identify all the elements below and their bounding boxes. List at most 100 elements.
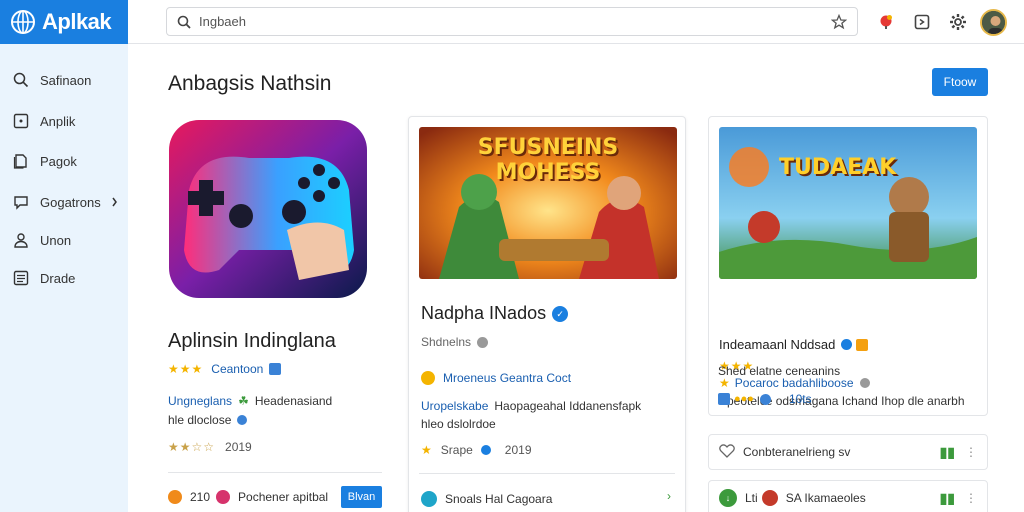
category-label[interactable]: Mroeneus Geantra Coct [443,371,571,385]
app-title[interactable]: Indeamaanl Nddsad [719,337,835,352]
developer-detail: Headenasiand [254,394,333,408]
primary-button[interactable]: Ftoow [932,68,988,96]
leaf-icon: ☘ [238,394,249,408]
chevron-right-icon [110,195,118,210]
avatar [761,490,778,506]
verified-icon [237,415,248,425]
top-icons [872,8,1007,36]
subtitle-row: Shdnelns [421,335,496,349]
search-bar[interactable] [166,7,858,36]
star-icon[interactable] [831,13,847,30]
flag-icon [269,363,282,375]
info-icon [480,445,491,455]
get-button[interactable]: Blvan [341,486,382,508]
bar-chart-icon[interactable]: ▮▮ [940,490,955,507]
list-item-prefix: Lti [745,491,758,505]
list-item[interactable]: ↓ Lti SA Ikamaeoles ▮▮ ⋮ [708,480,988,512]
divider [419,473,675,474]
info-icon [759,393,771,405]
app-title-row: Nadpha INados ✓ [421,303,576,324]
sidebar-item-label: Unon [40,232,72,248]
sidebar-item-apps[interactable]: Anplik [12,109,122,133]
sidebar-item-orders[interactable]: Drade [12,266,122,290]
search-icon [12,71,30,89]
star-rating: ★★☆☆ [168,440,216,454]
app-icon-image[interactable] [169,120,367,298]
sidebar-item-label: Gogatrons [40,194,101,210]
star-rating: ★★★ [168,362,204,376]
footer-text: Pochener apitbal [238,490,329,504]
card-footer: 210 Pochener apitbal [168,490,328,504]
list-item[interactable]: Conbteranelrieng sv ▮▮ ⋮ [708,434,988,470]
category-label[interactable]: Ceantoon [211,362,263,376]
developer-link[interactable]: Ungneglans [168,394,232,408]
heart-icon [216,490,231,504]
main-content: Anbagsis Nathsin Ftoow Aplinsin Indingla… [128,44,1024,512]
list-item-actions: ▮▮ ⋮ [940,444,977,461]
rating-number: 2019 [504,443,532,457]
download-icon[interactable]: ↓ [719,489,737,507]
meta-row: ●●● 10ts [718,392,812,406]
notification-icon[interactable] [872,8,900,36]
info-icon [477,336,489,348]
sidebar-item-pages[interactable]: Pagok [12,149,122,173]
page-title: Anbagsis Nathsin [168,72,332,95]
category-row: ★★★ Ceantoon [168,362,282,376]
description-row: Uropelskabe Haopageahal Iddanensfapk [421,399,641,413]
description-text: Shed elatne ceneanins [718,364,841,378]
game-banner-image: SFUSNEINS MOHESS [419,127,677,279]
search-input[interactable] [199,14,831,29]
description-text: hleo dslolrdoe [421,417,496,431]
rating-label: Srape [440,443,473,457]
verified-icon: ✓ [552,305,569,322]
app-title[interactable]: Aplinsin Indinglana [168,330,336,353]
sidebar-item-label: Safinaon [40,72,92,88]
description-row-2: Shed elatne ceneanins [718,364,840,378]
user-icon [12,231,30,249]
brand-logo[interactable]: Aplkak [0,0,128,44]
bar-chart-icon[interactable]: ▮▮ [940,444,955,461]
badge-icon [856,338,869,351]
description-row-2: hleo dslolrdoe [421,417,496,431]
sidebar-item-label: Pagok [40,153,77,169]
app-card[interactable]: SFUSNEINS MOHESS Nadpha INados ✓ Shdneln… [408,116,686,512]
gear-icon[interactable] [944,8,972,36]
brand-name: Aplkak [42,9,112,34]
app-badge-icon [421,491,437,507]
coin-icon [168,490,182,504]
description-text: hle dloclose [168,413,232,427]
category-label[interactable]: Pocaroc badahliboose [735,376,854,390]
sidebar-item-search[interactable]: Safinaon [12,68,122,92]
heart-icon[interactable] [719,443,735,461]
app-title[interactable]: Nadpha INados [421,303,546,324]
star-icon: ★ [719,376,731,390]
category-row: ★ Pocaroc badahliboose [719,376,878,390]
list-item-actions: ▮▮ ⋮ [940,490,977,507]
developer-row: Ungneglans ☘ Headenasiand [168,394,332,408]
sidebar-item-user[interactable]: Unon [12,228,122,252]
developer-link[interactable]: Uropelskabe [421,399,488,413]
window-icon[interactable] [908,8,936,36]
image-icon [718,393,730,405]
game-banner-image: TUDAEAK [719,127,977,279]
chat-icon [12,193,30,211]
sidebar-item-categories[interactable]: Gogatrons [12,190,122,214]
sidebar-item-label: Anplik [40,113,76,129]
description-text: Haopageahal Iddanensfapk [494,399,642,413]
info-icon [859,378,870,388]
chevron-icon[interactable]: › [667,489,671,503]
avatar[interactable] [980,8,1007,36]
more-icon[interactable]: ⋮ [965,445,977,459]
list-icon [12,269,30,287]
more-icon[interactable]: ⋮ [965,491,977,505]
app-icon [12,112,30,130]
coin-icon [421,371,435,385]
rating-row: ★ Srape 2019 [421,443,532,457]
sidebar-item-label: Drade [40,270,76,286]
banner-title: SFUSNEINS MOHESS [477,135,619,185]
top-bar: Aplkak [0,0,1024,44]
app-root: Aplkak Ingbaeh Safinaon Anplik Pagok Gog… [0,0,1024,512]
page-icon [12,152,30,170]
count-label: 10ts [788,392,812,406]
category-row: Mroeneus Geantra Coct [421,371,571,385]
